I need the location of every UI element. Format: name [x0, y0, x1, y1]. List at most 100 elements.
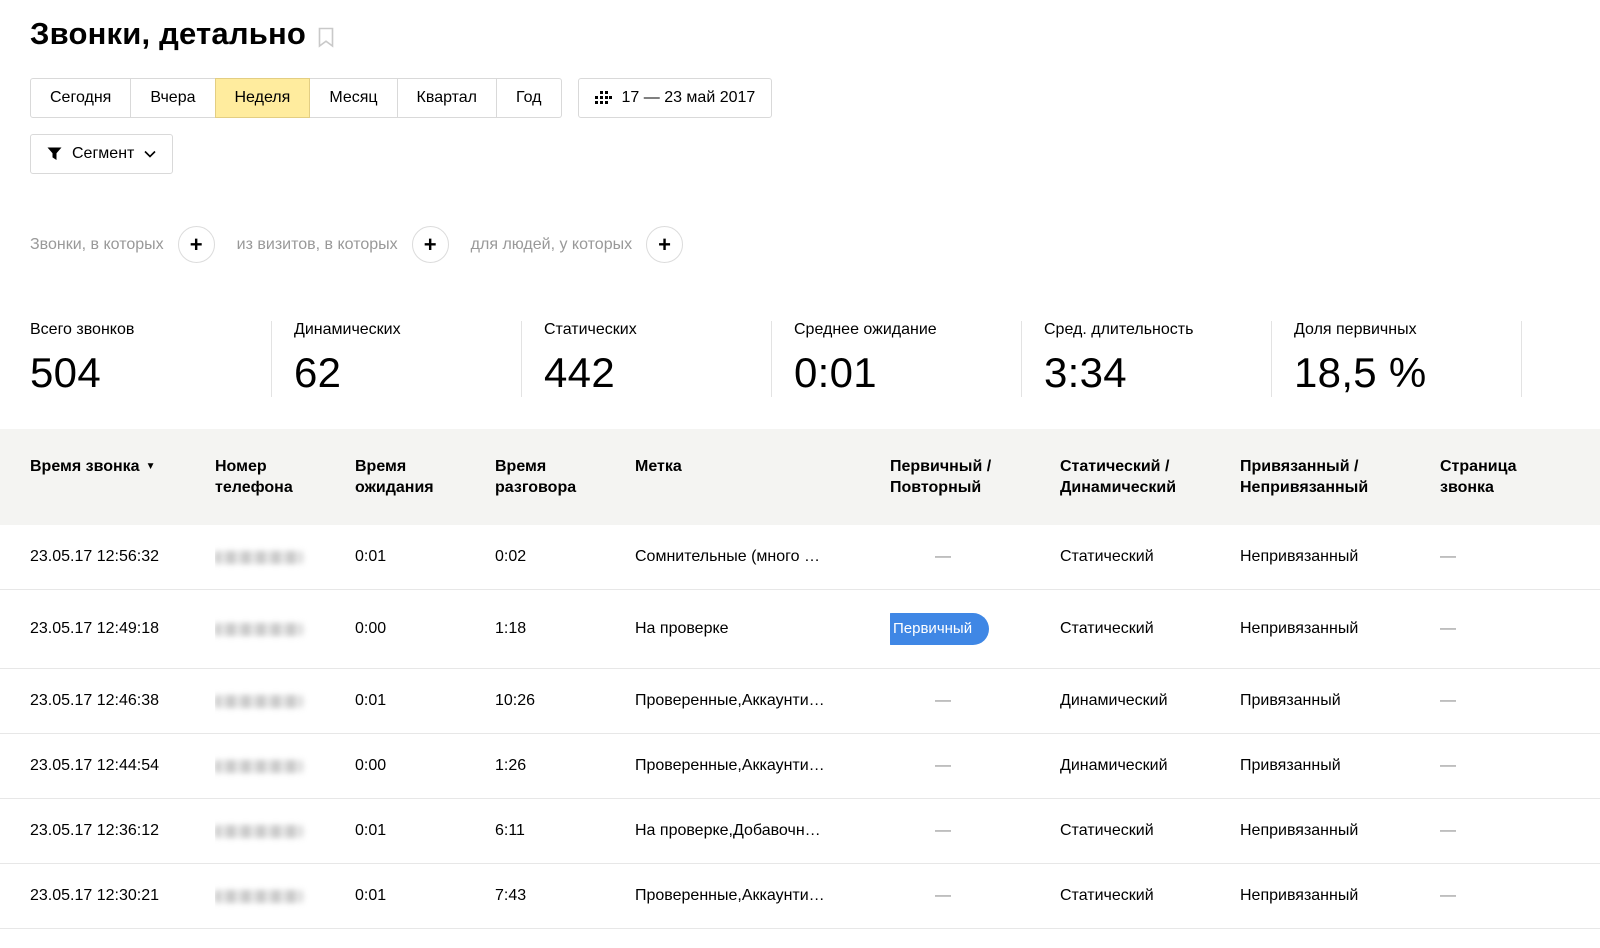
segment-button[interactable]: Сегмент — [30, 134, 173, 174]
table-header-row: Время звонка▼ Номер телефона Время ожида… — [0, 429, 1600, 525]
page-header: Звонки, детально Сегодня Вчера Неделя Ме… — [0, 0, 1600, 263]
cell-wait: 0:01 — [355, 799, 495, 864]
cell-call-time: 23.05.17 12:49:18 — [0, 590, 215, 669]
cell-attached: Непривязанный — [1240, 525, 1440, 590]
cell-primary: — — [890, 864, 1060, 929]
tab-week[interactable]: Неделя — [215, 78, 311, 118]
cell-call-time: 23.05.17 12:44:54 — [0, 734, 215, 799]
cell-primary: Первичный — [890, 590, 1060, 669]
cell-call-time: 23.05.17 12:46:38 — [0, 669, 215, 734]
call-row[interactable]: 23.05.17 12:30:21 0:01 7:43 Проверенные,… — [0, 864, 1600, 929]
cell-phone — [215, 734, 355, 799]
tab-quarter[interactable]: Квартал — [398, 78, 497, 118]
cell-page: — — [1440, 799, 1600, 864]
cell-page: — — [1440, 669, 1600, 734]
cell-attached: Привязанный — [1240, 669, 1440, 734]
cell-static: Статический — [1060, 590, 1240, 669]
cell-label: Сомнительные (много … — [635, 525, 890, 590]
add-visit-filter-button[interactable]: + — [412, 226, 449, 263]
cell-talk: 1:26 — [495, 734, 635, 799]
cell-label: Проверенные,Аккаунти… — [635, 734, 890, 799]
date-range-label: 17 — 23 май 2017 — [622, 89, 756, 107]
bookmark-icon[interactable] — [318, 27, 334, 48]
cell-wait: 0:01 — [355, 525, 495, 590]
col-header-wait[interactable]: Время ожидания — [355, 429, 495, 525]
cell-phone — [215, 525, 355, 590]
cell-primary: — — [890, 734, 1060, 799]
summary-metrics: Всего звонков 504 Динамических 62 Статич… — [0, 321, 1600, 397]
cell-static: Статический — [1060, 799, 1240, 864]
funnel-icon — [47, 147, 62, 161]
filter-calls-label: Звонки, в которых — [30, 236, 164, 254]
col-header-call-time[interactable]: Время звонка▼ — [0, 429, 215, 525]
call-row[interactable]: 23.05.17 12:56:32 0:01 0:02 Сомнительные… — [0, 525, 1600, 590]
cell-attached: Непривязанный — [1240, 799, 1440, 864]
date-range-button[interactable]: 17 — 23 май 2017 — [578, 78, 773, 118]
metric-label: Среднее ожидание — [794, 321, 1011, 339]
cell-static: Динамический — [1060, 734, 1240, 799]
primary-call-badge: Первичный — [890, 613, 989, 645]
metric-value: 504 — [30, 349, 261, 397]
phone-number-redacted — [215, 623, 303, 636]
col-header-label[interactable]: Метка — [635, 429, 890, 525]
phone-number-redacted — [215, 825, 303, 838]
cell-wait: 0:01 — [355, 669, 495, 734]
add-people-filter-button[interactable]: + — [646, 226, 683, 263]
cell-phone — [215, 590, 355, 669]
metric-avg-duration: Сред. длительность 3:34 — [1022, 321, 1272, 397]
metric-value: 18,5 % — [1294, 349, 1511, 397]
cell-talk: 1:18 — [495, 590, 635, 669]
metric-value: 3:34 — [1044, 349, 1261, 397]
call-row[interactable]: 23.05.17 12:46:38 0:01 10:26 Проверенные… — [0, 669, 1600, 734]
metric-total-calls: Всего звонков 504 — [30, 321, 272, 397]
cell-static: Динамический — [1060, 669, 1240, 734]
cell-label: Проверенные,Аккаунти… — [635, 669, 890, 734]
cell-phone — [215, 669, 355, 734]
cell-phone — [215, 864, 355, 929]
metric-value: 62 — [294, 349, 511, 397]
cell-primary: — — [890, 799, 1060, 864]
col-header-page[interactable]: Страница звонка — [1440, 429, 1600, 525]
tab-month[interactable]: Месяц — [310, 78, 397, 118]
metric-static: Статических 442 — [522, 321, 772, 397]
cell-talk: 7:43 — [495, 864, 635, 929]
segment-label: Сегмент — [72, 145, 134, 163]
cell-call-time: 23.05.17 12:56:32 — [0, 525, 215, 590]
sort-desc-icon: ▼ — [146, 461, 156, 472]
cell-label: На проверке — [635, 590, 890, 669]
col-header-static[interactable]: Статический / Динамический — [1060, 429, 1240, 525]
plus-icon: + — [658, 234, 671, 256]
tab-yesterday[interactable]: Вчера — [131, 78, 215, 118]
add-call-filter-button[interactable]: + — [178, 226, 215, 263]
call-row[interactable]: 23.05.17 12:44:54 0:00 1:26 Проверенные,… — [0, 734, 1600, 799]
filter-people-label: для людей, у которых — [471, 236, 632, 254]
call-row[interactable]: 23.05.17 12:49:18 0:00 1:18 На проверке … — [0, 590, 1600, 669]
phone-number-redacted — [215, 760, 303, 773]
metric-label: Всего звонков — [30, 321, 261, 339]
cell-call-time: 23.05.17 12:36:12 — [0, 799, 215, 864]
metric-label: Динамических — [294, 321, 511, 339]
cell-primary: — — [890, 525, 1060, 590]
filter-visits-label: из визитов, в которых — [237, 236, 398, 254]
metric-label: Сред. длительность — [1044, 321, 1261, 339]
cell-page: — — [1440, 734, 1600, 799]
col-header-primary[interactable]: Первичный / Повторный — [890, 429, 1060, 525]
tab-year[interactable]: Год — [497, 78, 561, 118]
period-tab-group: Сегодня Вчера Неделя Месяц Квартал Год — [30, 78, 562, 118]
call-row[interactable]: 23.05.17 12:36:12 0:01 6:11 На проверке,… — [0, 799, 1600, 864]
cell-page: — — [1440, 525, 1600, 590]
cell-call-time: 23.05.17 12:30:21 — [0, 864, 215, 929]
page-title: Звонки, детально — [30, 16, 306, 52]
cell-primary: — — [890, 669, 1060, 734]
plus-icon: + — [424, 234, 437, 256]
phone-number-redacted — [215, 695, 303, 708]
col-header-talk[interactable]: Время разговора — [495, 429, 635, 525]
tab-today[interactable]: Сегодня — [30, 78, 131, 118]
metric-avg-wait: Среднее ожидание 0:01 — [772, 321, 1022, 397]
col-header-phone[interactable]: Номер телефона — [215, 429, 355, 525]
metric-value: 0:01 — [794, 349, 1011, 397]
phone-number-redacted — [215, 890, 303, 903]
period-toolbar: Сегодня Вчера Неделя Месяц Квартал Год 1… — [30, 78, 1570, 118]
col-header-attached[interactable]: Привязанный / Непривязанный — [1240, 429, 1440, 525]
metric-value: 442 — [544, 349, 761, 397]
